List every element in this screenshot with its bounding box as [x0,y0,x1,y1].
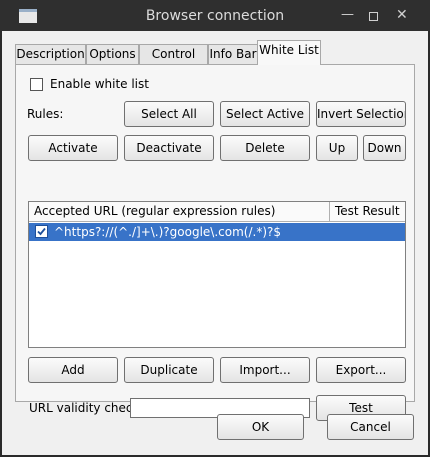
ok-button[interactable]: OK [217,414,304,440]
tab-description[interactable]: Description [15,44,86,64]
tab-info-bar[interactable]: Info Bar [208,44,258,64]
dialog-body: Description Options Control Bar Info Bar… [2,31,428,455]
window-title: Browser connection [145,8,285,24]
import-button[interactable]: Import... [220,357,310,383]
check-icon [37,227,46,236]
tab-white-list[interactable]: White List [257,40,321,65]
column-header-test-result[interactable]: Test Result [330,202,405,222]
dialog-window: Browser connection — ✕ Description Optio… [0,0,430,457]
rules-label: Rules: [27,107,64,121]
up-button[interactable]: Up [316,135,358,161]
list-item[interactable]: ^https?://(^./]+\.)?google\.com(/.*)?$ [29,223,405,241]
url-validity-label: URL validity check [29,401,140,415]
export-button[interactable]: Export... [316,357,406,383]
cancel-button[interactable]: Cancel [327,414,414,440]
invert-selection-button[interactable]: Invert Selection [316,101,406,127]
maximize-icon[interactable] [369,12,378,21]
minimize-icon[interactable]: — [341,7,354,23]
rule-url-text: ^https?://(^./]+\.)?google\.com(/.*)?$ [54,225,282,239]
rule-active-checkbox[interactable] [35,225,48,238]
duplicate-button[interactable]: Duplicate [124,357,214,383]
add-button[interactable]: Add [28,357,118,383]
tab-options[interactable]: Options [86,44,139,64]
down-button[interactable]: Down [363,135,406,161]
tab-control-bar[interactable]: Control Bar [139,44,208,80]
select-all-button[interactable]: Select All [124,101,214,127]
column-header-url[interactable]: Accepted URL (regular expression rules) [29,202,330,222]
close-icon[interactable]: ✕ [396,7,408,23]
activate-button[interactable]: Activate [28,135,118,161]
enable-white-list-checkbox[interactable] [30,78,43,91]
enable-white-list-label: Enable white list [50,77,149,91]
delete-button[interactable]: Delete [220,135,310,161]
white-list-panel: Enable white list Rules: Select All Sele… [15,64,415,421]
select-active-button[interactable]: Select Active [220,101,310,127]
deactivate-button[interactable]: Deactivate [124,135,214,161]
title-bar[interactable]: Browser connection — ✕ [0,0,430,31]
url-rules-list[interactable]: Accepted URL (regular expression rules) … [28,201,406,348]
